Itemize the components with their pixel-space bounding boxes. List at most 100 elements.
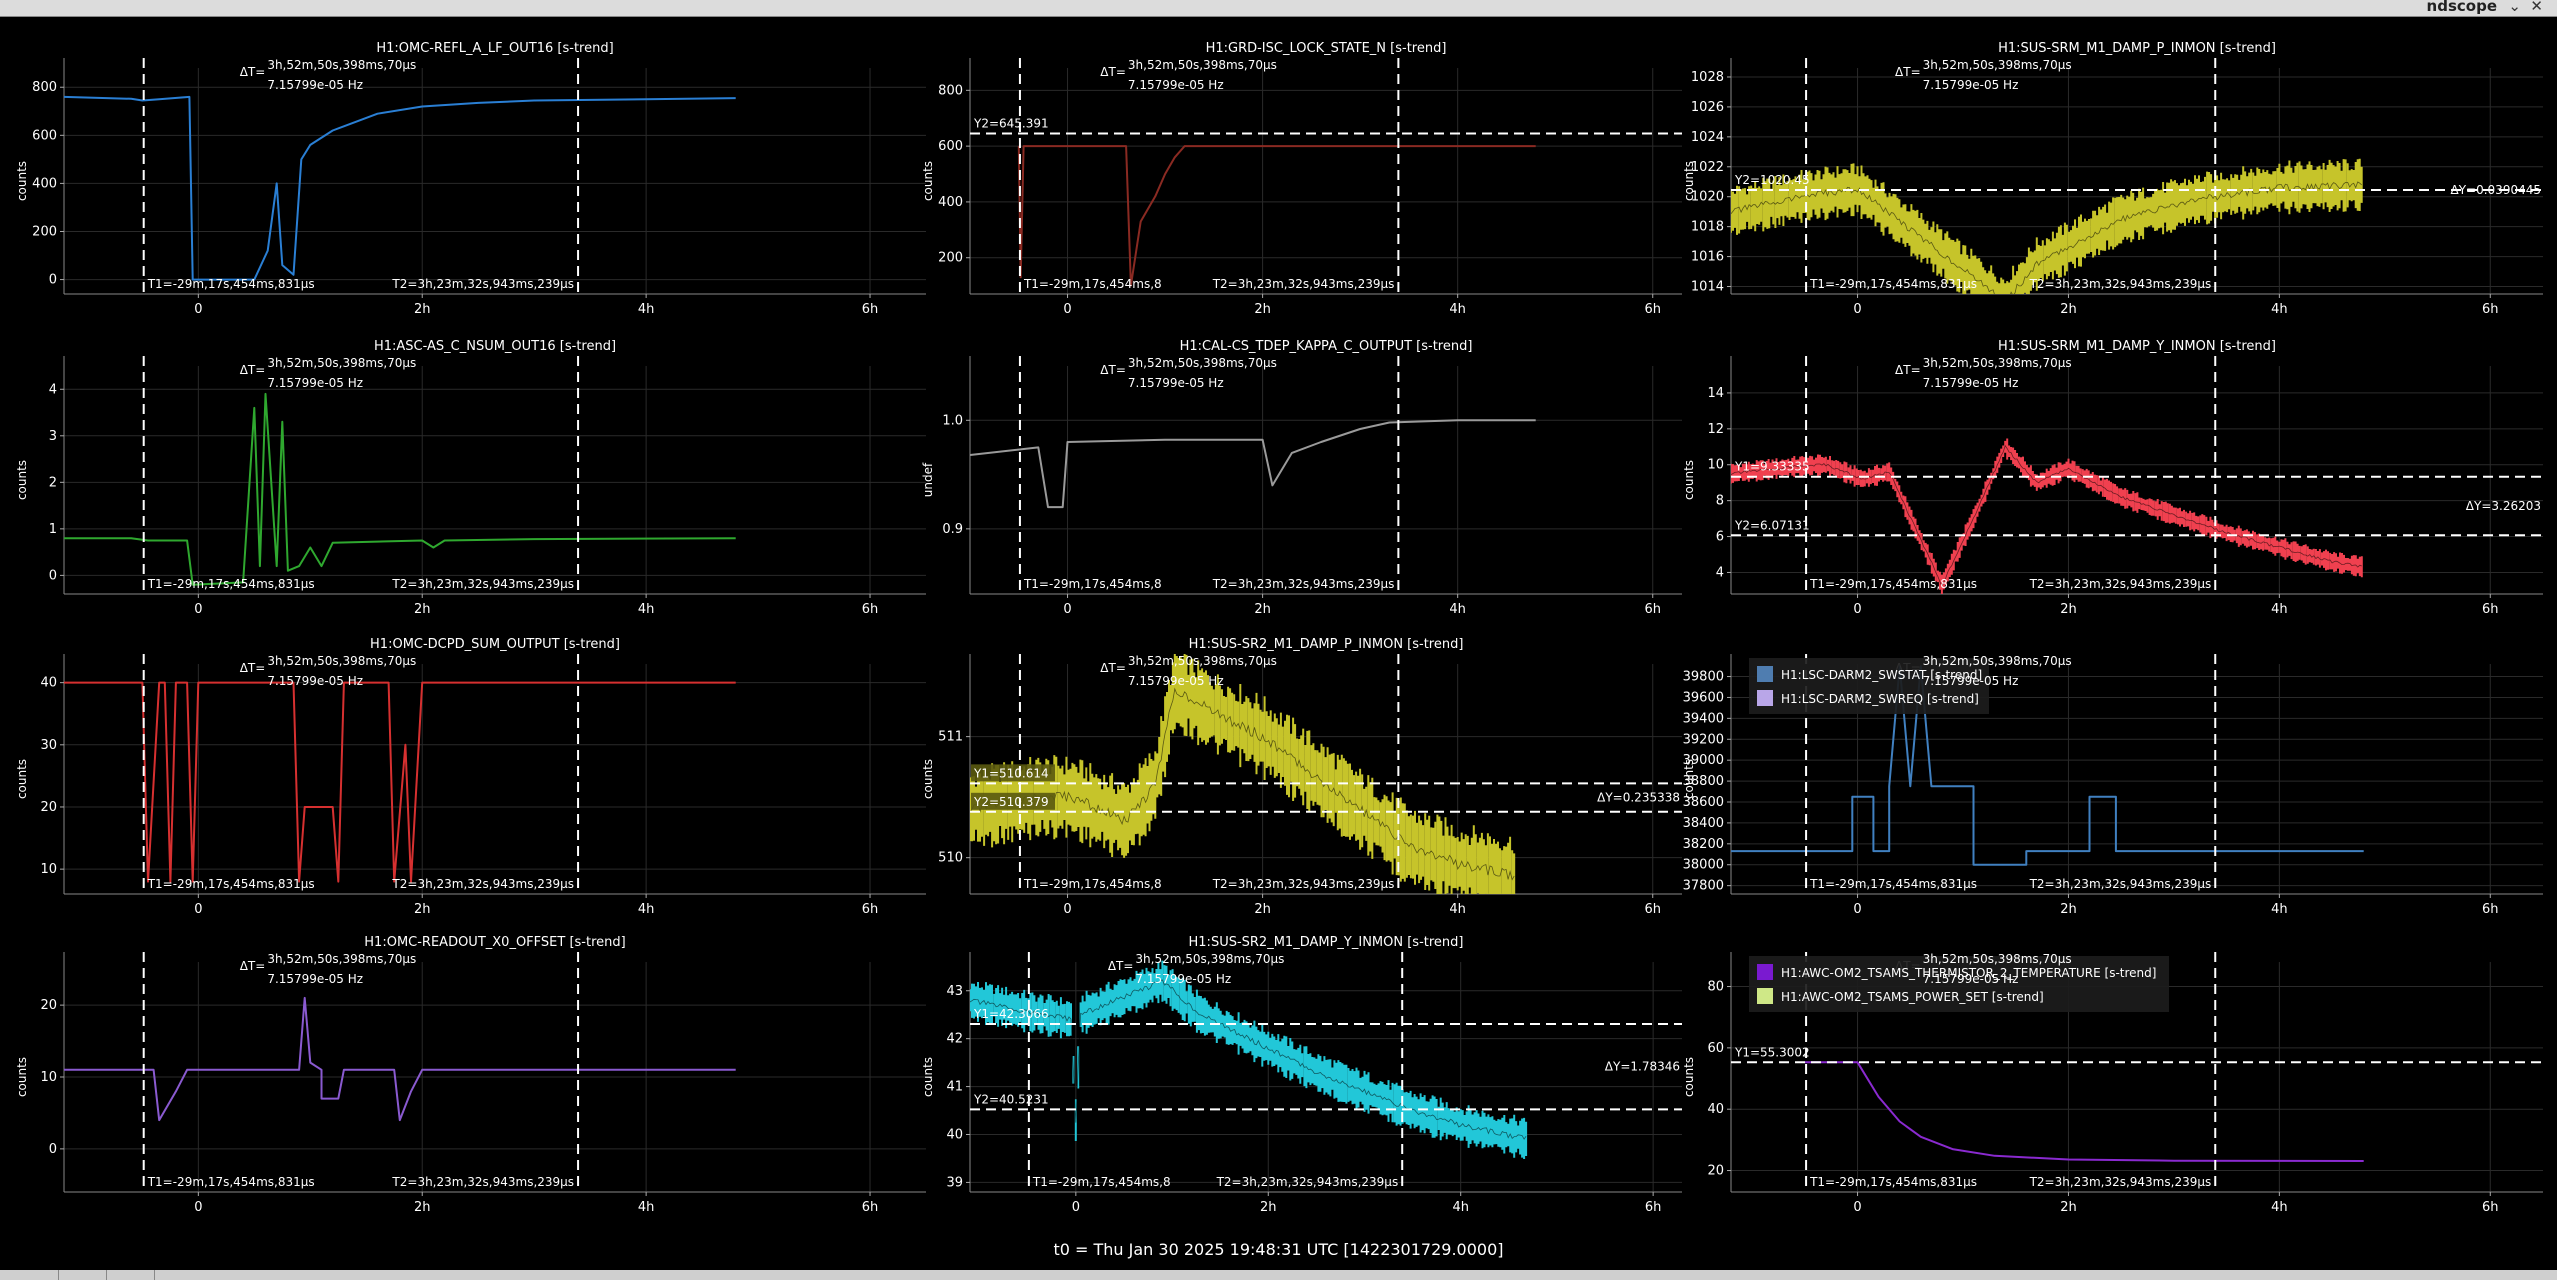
x-tick-label: 4h	[638, 902, 655, 917]
x-tick-label: 6h	[862, 902, 879, 917]
delta-t-value: 3h,52m,50s,398ms,70µs	[1128, 356, 1277, 370]
plot-grid[interactable]: H1:OMC-REFL_A_LF_OUT16 [s-trend]80060040…	[0, 16, 2557, 1238]
trace-band	[1731, 158, 2363, 294]
y-tick-label: 20	[1707, 1164, 1724, 1179]
x-tick-label: 4h	[2271, 302, 2288, 317]
t1-label: T1=-29m,17s,454ms,831µs	[1809, 277, 1977, 291]
x-tick-label: 0	[1853, 902, 1861, 917]
y-tick-label: 600	[938, 139, 963, 154]
trace-group	[1804, 1061, 2364, 1162]
delta-t-frequency: 7.15799e-05 Hz	[267, 78, 363, 92]
x-tick-label: 0	[194, 602, 202, 617]
y-cursor-label: Y1=9.33335	[1734, 460, 1810, 474]
delta-t-value: 3h,52m,50s,398ms,70µs	[1128, 654, 1277, 668]
x-tick-label: 4h	[1449, 602, 1466, 617]
trace-line	[1804, 1061, 2364, 1162]
legend-swatch	[1757, 988, 1773, 1004]
t1-label: T1=-29m,17s,454ms,831µs	[147, 877, 315, 891]
y-axis-label: counts	[921, 161, 935, 201]
trace-group	[64, 95, 736, 281]
x-tick-label: 0	[1063, 302, 1071, 317]
delta-y-label: ΔY=1.78346	[1605, 1060, 1680, 1074]
plot-p6[interactable]: H1:SUS-SRM_M1_DAMP_Y_INMON [s-trend] 14 12…	[1682, 339, 2543, 617]
y-tick-label: 41	[946, 1080, 963, 1095]
x-tick-label: 6h	[2482, 1200, 2499, 1215]
plot-title: H1:ASC-AS_C_NSUM_OUT16 [s-trend]	[374, 339, 616, 354]
y-tick-label: 38200	[1683, 837, 1724, 852]
t2-label: T2=3h,23m,32s,943ms,239µs	[1216, 1175, 1399, 1189]
plot-p3[interactable]: H1:SUS-SRM_M1_DAMP_P_INMON [s-trend] 1028…	[1682, 41, 2543, 320]
legend-swatch	[1757, 666, 1773, 682]
y-axis-label: undef	[921, 462, 935, 497]
x-tick-label: 2h	[2060, 602, 2077, 617]
t1-label: T1=-29m,17s,454ms,831µs	[147, 1175, 315, 1189]
t2-label: T2=3h,23m,32s,943ms,239µs	[1212, 577, 1395, 591]
y-tick-label: 200	[938, 251, 963, 266]
x-tick-label: 6h	[1644, 602, 1661, 617]
trace-line	[64, 996, 736, 1122]
y-cursor-label: Y1=510.614	[973, 766, 1049, 780]
t2-label: T2=3h,23m,32s,943ms,239µs	[1212, 877, 1395, 891]
plot-p1[interactable]: H1:OMC-REFL_A_LF_OUT16 [s-trend] 800 600 40…	[15, 41, 926, 317]
plot-p9[interactable]: 3980039600394003920039000388003860038400…	[1682, 654, 2543, 917]
x-tick-label: 2h	[2060, 1200, 2077, 1215]
plot-title: H1:OMC-DCPD_SUM_OUTPUT [s-trend]	[370, 637, 620, 652]
x-tick-label: 6h	[2482, 602, 2499, 617]
delta-t-frequency: 7.15799e-05 Hz	[1135, 972, 1231, 986]
x-tick-label: 4h	[1452, 1200, 1469, 1215]
y-axis-label: counts	[1682, 161, 1696, 201]
x-tick-label: 4h	[2271, 902, 2288, 917]
t2-label: T2=3h,23m,32s,943ms,239µs	[391, 577, 574, 591]
minimize-icon[interactable]: ⌄	[2508, 0, 2521, 15]
status-segment	[106, 1270, 155, 1280]
y-tick-label: 400	[938, 195, 963, 210]
x-tick-label: 2h	[414, 1200, 431, 1215]
plot-p12[interactable]: 80 60 40 20 0 2h 4h 6h counts Y1=55.3002 T1=-29m,1…	[1682, 952, 2543, 1215]
status-segment	[0, 1270, 59, 1280]
t2-label: T2=3h,23m,32s,943ms,239µs	[2029, 577, 2212, 591]
delta-t-frequency: 7.15799e-05 Hz	[1128, 376, 1224, 390]
x-tick-label: 6h	[2482, 302, 2499, 317]
plot-p4[interactable]: H1:ASC-AS_C_NSUM_OUT16 [s-trend] 4 3 2 1 0 0 2h…	[15, 339, 926, 617]
y-tick-label: 39	[946, 1175, 963, 1190]
x-tick-label: 4h	[1449, 302, 1466, 317]
y-axis-label: counts	[1682, 1057, 1696, 1097]
delta-t-frequency: 7.15799e-05 Hz	[1923, 674, 2019, 688]
plot-p5[interactable]: H1:CAL-CS_TDEP_KAPPA_C_OUTPUT [s-trend] 1…	[921, 339, 1682, 617]
t1-label: T1=-29m,17s,454ms,8	[1023, 577, 1162, 591]
plot-p8[interactable]: H1:SUS-SR2_M1_DAMP_P_INMON [s-trend] 511 5…	[921, 637, 1682, 917]
x-tick-label: 4h	[2271, 1200, 2288, 1215]
delta-t-frequency: 7.15799e-05 Hz	[1128, 78, 1224, 92]
y-cursor-label: Y2=40.5231	[973, 1092, 1049, 1106]
y-tick-label: 40	[40, 676, 57, 691]
y-tick-label: 10	[40, 1070, 57, 1085]
close-icon[interactable]: ✕	[2530, 0, 2543, 15]
y-tick-label: 40	[946, 1128, 963, 1143]
plot-p2[interactable]: H1:GRD-ISC_LOCK_STATE_N [s-trend] 800 600 4…	[921, 41, 1682, 317]
delta-y-label: ΔY=0.235338	[1597, 791, 1680, 805]
plot-title: H1:SUS-SRM_M1_DAMP_P_INMON [s-trend]	[1998, 41, 2276, 56]
y-axis-label: counts	[15, 460, 29, 500]
y-cursor-label: Y1=42.3066	[973, 1007, 1049, 1021]
trace-group	[970, 419, 1536, 509]
t1-label: T1=-29m,17s,454ms,8	[1023, 277, 1162, 291]
plot-title: H1:SUS-SRM_M1_DAMP_Y_INMON [s-trend]	[1998, 339, 2276, 354]
plot-p10[interactable]: H1:OMC-READOUT_X0_OFFSET [s-trend] 20 10 0 0…	[15, 935, 926, 1215]
x-tick-label: 2h	[414, 302, 431, 317]
y-cursor-label: Y2=1020.45	[1734, 173, 1810, 187]
x-tick-label: 4h	[2271, 602, 2288, 617]
delta-t-frequency: 7.15799e-05 Hz	[267, 674, 363, 688]
y-tick-label: 39200	[1683, 732, 1724, 747]
y-tick-label: 1018	[1691, 220, 1724, 235]
plot-p11[interactable]: H1:SUS-SR2_M1_DAMP_Y_INMON [s-trend] 43 42…	[921, 935, 1682, 1215]
delta-t-label: ΔT=	[1108, 959, 1134, 973]
x-tick-label: 6h	[862, 602, 879, 617]
y-tick-label: 80	[1707, 980, 1724, 995]
trace-group	[64, 996, 736, 1122]
plot-p7[interactable]: H1:OMC-DCPD_SUM_OUTPUT [s-trend] 40 30 20 10…	[15, 637, 926, 917]
t1-label: T1=-29m,17s,454ms,831µs	[1809, 577, 1977, 591]
y-axis-label: counts	[15, 759, 29, 799]
y-tick-label: 1028	[1691, 70, 1724, 85]
t1-label: T1=-29m,17s,454ms,831µs	[1809, 877, 1977, 891]
plot-title: H1:CAL-CS_TDEP_KAPPA_C_OUTPUT [s-trend]	[1180, 339, 1473, 354]
